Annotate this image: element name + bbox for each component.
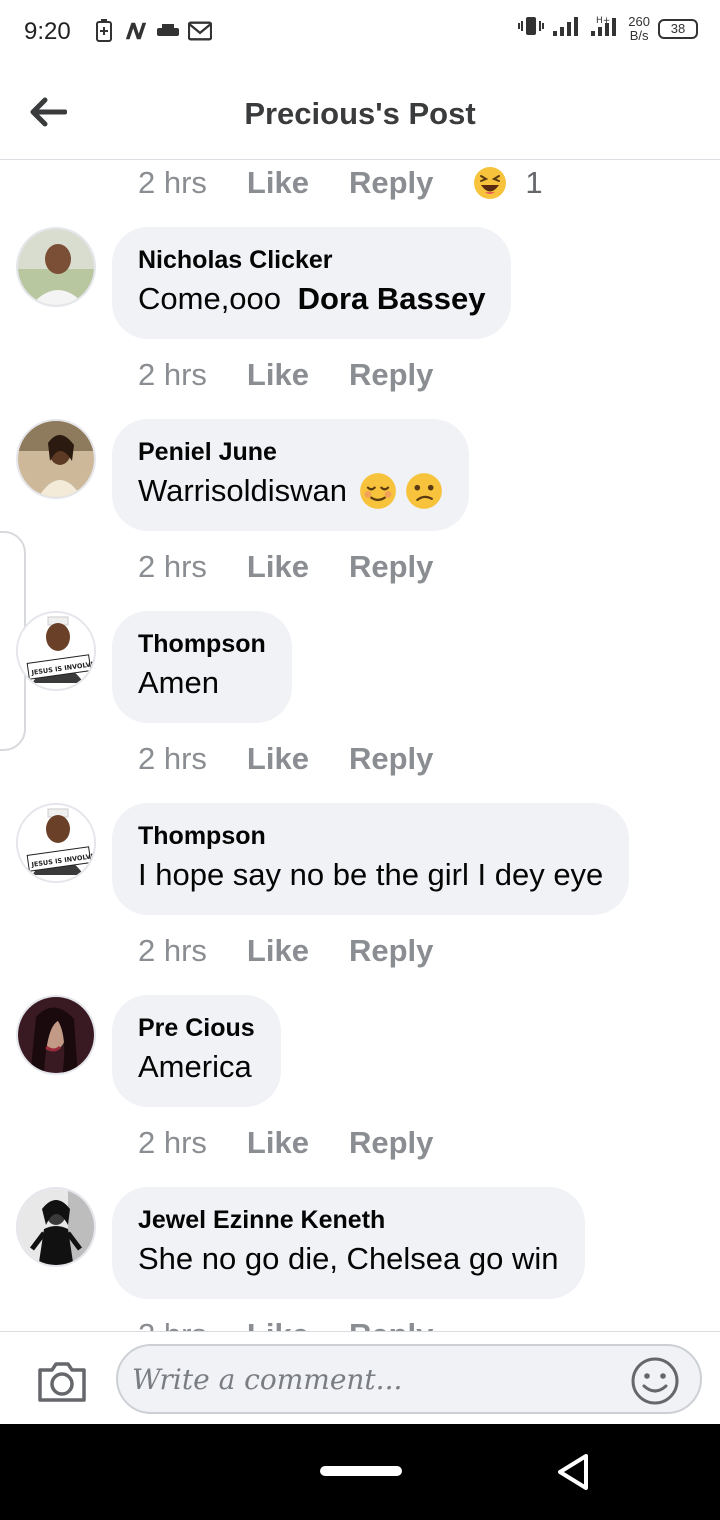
avatar[interactable]: JESUS IS INVOLVED [16, 611, 96, 691]
mention-link[interactable]: Dora Bassey [298, 277, 486, 321]
camera-icon [38, 1362, 86, 1402]
page-title: Precious's Post [244, 96, 476, 131]
comment-actions: 2 hrs Like Reply [138, 1313, 473, 1331]
reply-button[interactable]: Reply [349, 1125, 433, 1161]
comment-text: I hope say no be the girl I dey eye [138, 857, 604, 892]
reply-button[interactable]: Reply [349, 165, 433, 201]
commenter-name[interactable]: Jewel Ezinne Keneth [138, 1203, 559, 1237]
relieved-emoji-icon [360, 473, 396, 509]
status-bar: 9:20 H+ 260 B/s 38 [0, 0, 720, 64]
comment-bubble[interactable]: Pre Cious America [112, 995, 281, 1107]
comment-time: 2 hrs [138, 741, 207, 776]
notification-icons [92, 18, 212, 44]
system-back-button[interactable] [552, 1450, 596, 1494]
triangle-back-icon [558, 1454, 588, 1490]
network-speed-value: 260 [628, 13, 650, 29]
app-header: Precious's Post [0, 64, 720, 160]
like-button[interactable]: Like [247, 1125, 309, 1161]
bank-app-icon [156, 18, 180, 44]
reaction-count: 1 [525, 165, 543, 200]
comment-text: Come,ooo Dora Bassey [138, 277, 485, 321]
comment-text: She no go die, Chelsea go win [138, 1241, 559, 1276]
commenter-name[interactable]: Peniel June [138, 435, 443, 469]
commenter-name[interactable]: Thompson [138, 819, 603, 853]
comment-input[interactable] [116, 1344, 702, 1414]
comment-time: 2 hrs [138, 933, 207, 968]
reaction-summary[interactable]: 1 [473, 165, 543, 201]
mail-icon [188, 18, 212, 44]
avatar[interactable] [16, 227, 96, 307]
like-button[interactable]: Like [247, 549, 309, 585]
reply-button[interactable]: Reply [349, 741, 433, 777]
comment-actions: 2 hrs Like Reply [138, 353, 473, 397]
comment-time: 2 hrs [138, 165, 207, 200]
news-app-icon [124, 18, 148, 44]
avatar[interactable] [16, 995, 96, 1075]
comment-actions: 2 hrs Like Reply [138, 545, 473, 589]
comment-time: 2 hrs [138, 1125, 207, 1160]
system-nav-bar [0, 1424, 720, 1520]
reply-button[interactable]: Reply [349, 549, 433, 585]
reply-button[interactable]: Reply [349, 933, 433, 969]
comment-text: America [138, 1049, 252, 1084]
vibrate-icon [518, 14, 545, 43]
avatar[interactable] [16, 1187, 96, 1267]
like-button[interactable]: Like [247, 1317, 309, 1331]
battery-saver-icon [92, 18, 116, 44]
like-button[interactable]: Like [247, 357, 309, 393]
comment-actions: 2 hrs Like Reply [138, 737, 473, 781]
commenter-name[interactable]: Nicholas Clicker [138, 243, 485, 277]
comment-text: Amen [138, 665, 219, 700]
avatar[interactable]: JESUS IS INVOLVED [16, 803, 96, 883]
signal-icon [552, 15, 582, 42]
comment-bubble[interactable]: Nicholas Clicker Come,ooo Dora Bassey [112, 227, 512, 339]
like-button[interactable]: Like [247, 165, 309, 201]
comment-body: Come,ooo [138, 281, 290, 316]
comment-bubble[interactable]: Peniel June Warrisoldiswan [112, 419, 470, 531]
smiley-icon [631, 1357, 679, 1405]
reply-button[interactable]: Reply [349, 1317, 433, 1331]
comment-actions: 2 hrs Like Reply [138, 929, 473, 973]
comment-time: 2 hrs [138, 549, 207, 584]
comment-time: 2 hrs [138, 1317, 207, 1331]
status-time: 9:20 [24, 18, 71, 45]
laughing-emoji-icon [474, 167, 507, 199]
network-speed: 260 B/s [628, 13, 650, 43]
camera-button[interactable] [36, 1360, 88, 1404]
battery-indicator: 38 [658, 18, 698, 39]
comment-list[interactable]: 2 hrs Like Reply 1 Nicholas Clicker Come… [0, 161, 720, 1331]
comment-body: Warrisoldiswan [138, 473, 348, 508]
comment-time: 2 hrs [138, 357, 207, 392]
comment-actions: 2 hrs Like Reply 1 [138, 161, 543, 205]
commenter-name[interactable]: Thompson [138, 627, 266, 661]
comment-bubble[interactable]: Jewel Ezinne Keneth She no go die, Chels… [112, 1187, 585, 1299]
comment-composer [0, 1331, 720, 1424]
avatar[interactable] [16, 419, 96, 499]
home-gesture-bar[interactable] [320, 1466, 402, 1476]
like-button[interactable]: Like [247, 741, 309, 777]
like-button[interactable]: Like [247, 933, 309, 969]
confused-emoji-icon [406, 473, 442, 509]
comment-bubble[interactable]: Thompson I hope say no be the girl I dey… [112, 803, 630, 915]
comment-text: Warrisoldiswan [138, 469, 443, 513]
commenter-name[interactable]: Pre Cious [138, 1011, 255, 1045]
comment-bubble[interactable]: Thompson Amen [112, 611, 292, 723]
reply-button[interactable]: Reply [349, 357, 433, 393]
network-speed-unit: B/s [629, 27, 649, 43]
system-indicators: H+ 260 B/s 38 [518, 14, 698, 43]
comment-actions: 2 hrs Like Reply [138, 1121, 473, 1165]
signal-hplus-icon: H+ [590, 14, 620, 43]
emoji-picker-button[interactable] [630, 1356, 680, 1406]
